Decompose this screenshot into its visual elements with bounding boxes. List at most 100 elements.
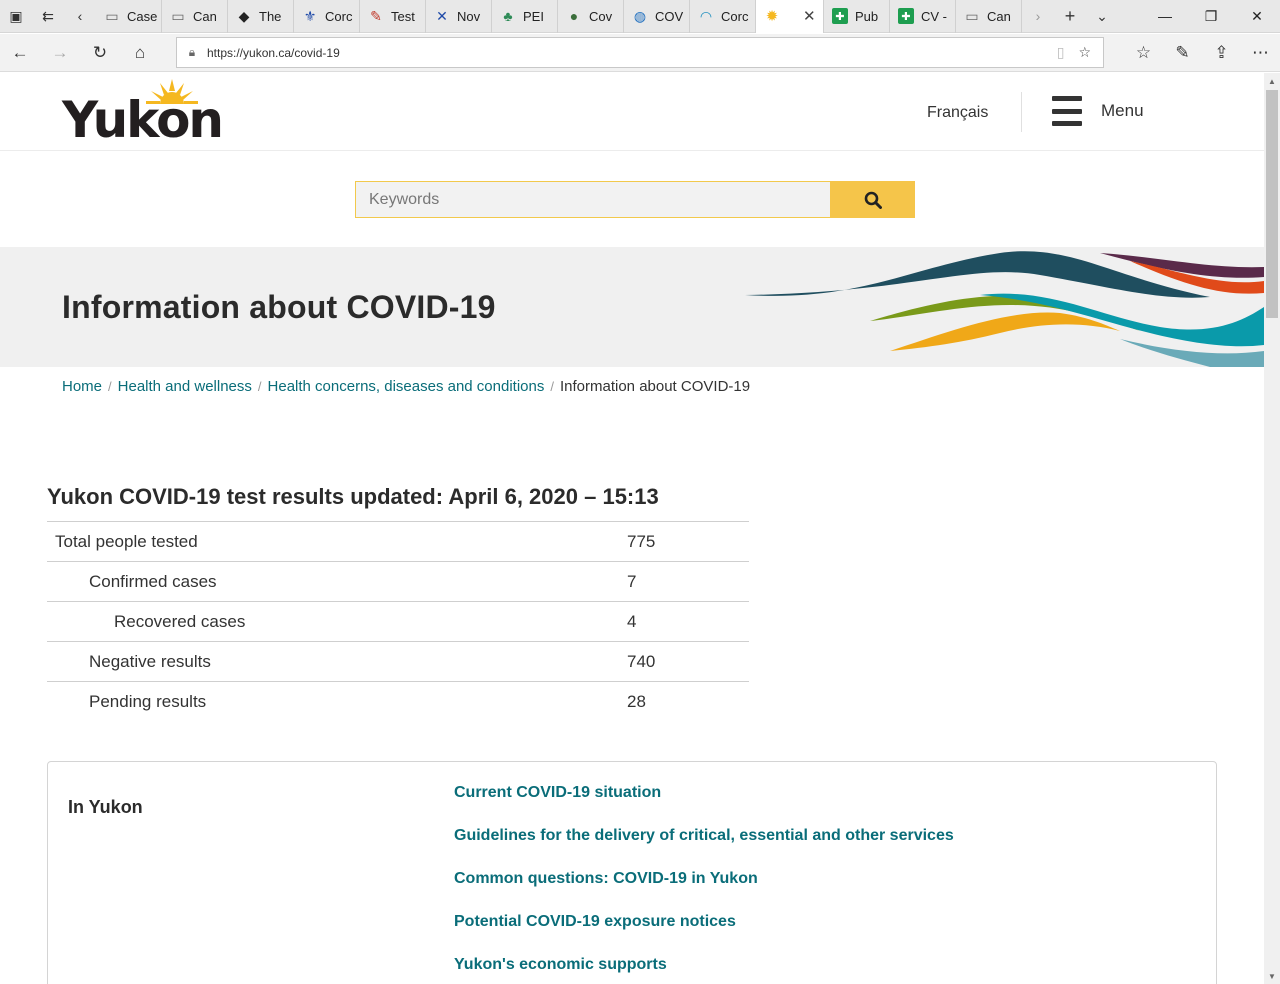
scroll-tabs-left-icon[interactable]: ‹ [64, 0, 96, 33]
result-label: Recovered cases [114, 611, 246, 631]
browser-tab[interactable]: ✚ Pub [824, 0, 890, 33]
share-icon[interactable]: ⇪ [1202, 34, 1241, 72]
address-toolbar: ← → ↻ ⌂ 🔒︎ https://yukon.ca/covid-19 ▯ ☆… [0, 34, 1280, 72]
fleur-de-lis-icon: ⚜ [303, 7, 317, 24]
browser-tab[interactable]: ▭ Case [96, 0, 162, 33]
browser-tab[interactable]: ◆ The [228, 0, 294, 33]
result-value: 740 [627, 651, 656, 671]
tab-actions-icon[interactable]: ▣ [0, 0, 32, 33]
breadcrumb-separator: / [108, 379, 112, 394]
breadcrumb-link[interactable]: Home [62, 378, 102, 395]
scroll-tabs-right-icon[interactable]: › [1022, 0, 1054, 33]
browser-tab[interactable]: ✎ Test [360, 0, 426, 33]
flag-icon: ✕ [436, 7, 448, 24]
browser-tab[interactable]: ⚜ Corc [294, 0, 360, 33]
browser-tab[interactable]: ✕ Nov [426, 0, 492, 33]
tab-label: Test [391, 8, 415, 24]
tab-label: The [259, 8, 282, 24]
back-icon[interactable]: ← [0, 34, 40, 72]
search-band [0, 151, 1264, 247]
site-header: Yukon Français Menu [0, 73, 1264, 151]
decorative-waves-graphic [745, 251, 1264, 367]
in-yukon-link[interactable]: Potential COVID-19 exposure notices [454, 913, 736, 930]
window-controls: — ❐ ✕ [1142, 0, 1280, 33]
page-scrollbar[interactable]: ▲ ▼ [1264, 73, 1280, 984]
home-icon[interactable]: ⌂ [120, 34, 160, 72]
scroll-down-icon[interactable]: ▼ [1264, 968, 1280, 984]
list-item: Yukon's economic supports [454, 956, 954, 984]
scrollbar-thumb[interactable] [1266, 90, 1278, 318]
close-window-icon[interactable]: ✕ [1234, 0, 1280, 33]
in-yukon-link[interactable]: Current COVID-19 situation [454, 784, 661, 801]
header-divider [1021, 92, 1022, 132]
hamburger-icon [1052, 96, 1082, 126]
tab-label: Cov [589, 8, 613, 24]
result-label: Confirmed cases [89, 571, 217, 591]
browser-tab[interactable]: ◠ Corc [690, 0, 756, 33]
logo-wordmark: Yukon [62, 91, 224, 149]
browser-tab[interactable]: ▭ Can [162, 0, 228, 33]
favorites-hub-icon[interactable]: ☆ [1124, 34, 1163, 72]
tab-preview-chevron-icon[interactable]: ⌄ [1086, 0, 1118, 33]
language-toggle-link[interactable]: Français [927, 104, 988, 122]
restore-icon[interactable]: ❐ [1188, 0, 1234, 33]
breadcrumb-separator: / [257, 379, 262, 394]
browser-tab[interactable]: ✚ CV - [890, 0, 956, 33]
table-row: Pending results 28 [47, 681, 749, 722]
reading-view-icon[interactable]: ▯ [1057, 44, 1065, 61]
wave-icon: ◠ [699, 7, 713, 24]
result-value: 775 [627, 531, 656, 551]
close-tab-icon[interactable]: ✕ [803, 7, 816, 25]
in-yukon-link[interactable]: Common questions: COVID-19 in Yukon [454, 870, 758, 887]
search-button[interactable] [830, 181, 915, 218]
refresh-icon[interactable]: ↻ [80, 34, 120, 72]
page-icon: ▭ [965, 7, 979, 24]
minimize-icon[interactable]: — [1142, 0, 1188, 33]
result-label: Total people tested [55, 531, 198, 551]
in-yukon-title: In Yukon [68, 797, 143, 817]
new-tab-icon[interactable]: + [1054, 0, 1086, 33]
more-actions-icon[interactable]: ⋯ [1241, 34, 1280, 72]
globe-icon: ◍ [633, 7, 647, 24]
table-row: Recovered cases 4 [47, 601, 749, 642]
page-title: Information about COVID-19 [62, 289, 496, 325]
list-item: Potential COVID-19 exposure notices [454, 913, 954, 956]
breadcrumb-link[interactable]: Health concerns, diseases and conditions [268, 378, 545, 395]
tab-active[interactable]: ✹ ✕ [756, 0, 824, 33]
crest-icon: ● [569, 8, 579, 24]
breadcrumb: Home / Health and wellness / Health concerns… [62, 378, 750, 395]
result-label: Negative results [89, 651, 211, 671]
scroll-up-icon[interactable]: ▲ [1264, 73, 1280, 89]
forward-icon[interactable]: → [40, 34, 80, 72]
result-value: 7 [627, 571, 637, 591]
browser-tab[interactable]: ▭ Can [956, 0, 1022, 33]
in-yukon-link[interactable]: Yukon's economic supports [454, 956, 667, 973]
web-note-icon[interactable]: ✎ [1163, 34, 1202, 72]
menu-button[interactable]: Menu [1052, 93, 1172, 129]
browser-tab[interactable]: ◍ COV [624, 0, 690, 33]
set-tabs-aside-icon[interactable]: ⇇ [32, 0, 64, 33]
yukon-logo[interactable]: Yukon [62, 79, 224, 149]
in-yukon-box: In Yukon Current COVID-19 situation Guide… [47, 761, 1217, 984]
browser-tab-strip: ▣ ⇇ ‹ ▭ Case ▭ Can ◆ The ⚜ Corc ✎ Test ✕ Nov ♣ PEI ● Co… [0, 0, 1280, 33]
breadcrumb-separator: / [550, 379, 554, 394]
tab-label: Pub [855, 8, 879, 24]
url-text[interactable]: https://yukon.ca/covid-19 [207, 46, 340, 60]
tab-label: Corc [325, 8, 353, 24]
tab-label: CV - [921, 8, 947, 24]
search-input[interactable] [355, 181, 831, 218]
tab-label: Corc [721, 8, 749, 24]
table-row: Confirmed cases 7 [47, 561, 749, 602]
breadcrumb-link[interactable]: Health and wellness [118, 378, 252, 395]
search-icon [864, 191, 882, 209]
browser-tab[interactable]: ♣ PEI [492, 0, 558, 33]
in-yukon-links: Current COVID-19 situation Guidelines for… [454, 784, 954, 984]
tab-label: Can [987, 8, 1011, 24]
shield-logo-icon: ◆ [238, 7, 250, 24]
address-bar[interactable]: 🔒︎ https://yukon.ca/covid-19 ▯ ☆ [176, 37, 1104, 68]
favorite-star-icon[interactable]: ☆ [1078, 44, 1091, 61]
tab-label: Case [127, 8, 158, 24]
browser-tab[interactable]: ● Cov [558, 0, 624, 33]
tab-label: Can [193, 8, 217, 24]
in-yukon-link[interactable]: Guidelines for the delivery of critical,… [454, 827, 954, 844]
